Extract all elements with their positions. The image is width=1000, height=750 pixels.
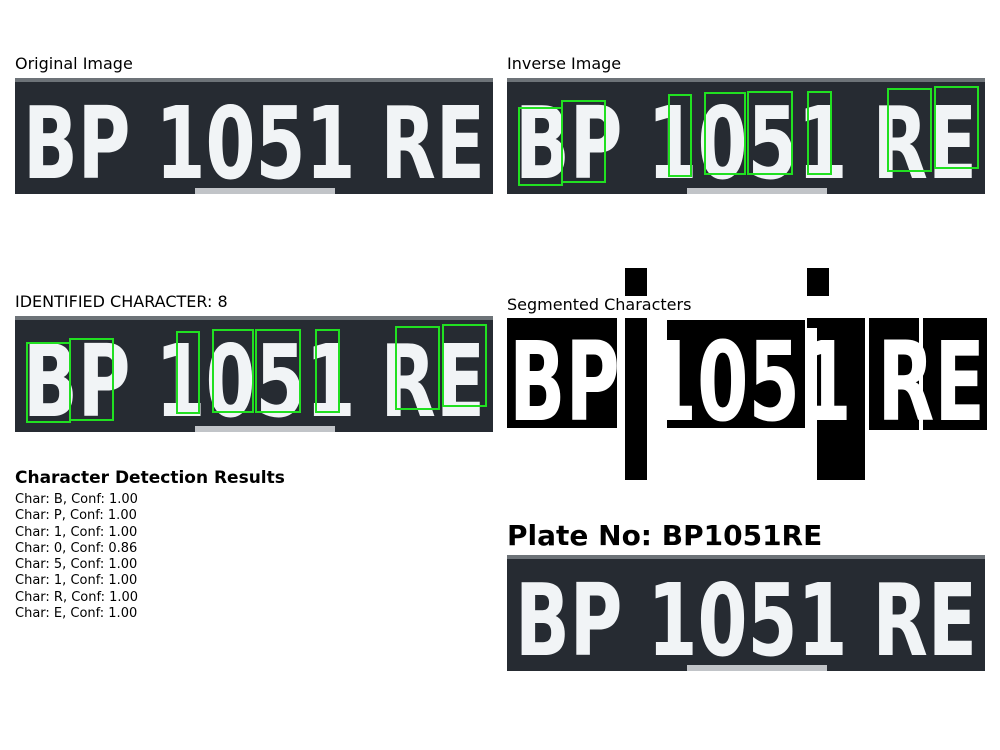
result-row: Char: B, Conf: 1.00	[15, 492, 138, 507]
plate-text: BP 1051 RE	[23, 85, 485, 194]
detection-results: Character Detection Results Char: B, Con…	[15, 468, 285, 622]
identified-plate-image: BP 1051 RE	[15, 316, 493, 432]
original-image-title: Original Image	[15, 54, 133, 73]
original-plate-image: BP 1051 RE	[15, 78, 493, 194]
plate-number: Plate No: BP1051RE	[507, 519, 823, 552]
result-row: Char: 5, Conf: 1.00	[15, 557, 138, 573]
result-row: Char: R, Conf: 1.00	[15, 589, 139, 605]
identified-character-title: IDENTIFIED CHARACTER: 8	[15, 292, 228, 311]
segmented-text: BP 1051 RE	[509, 318, 985, 446]
plate-text-final: BP 1051 RE	[515, 562, 977, 671]
segmented-characters-image: BP 1051 RE Segmented Characters	[507, 268, 987, 480]
final-plate-image: BP 1051 RE	[507, 555, 985, 671]
inverse-plate-image: BP 1051 RE	[507, 78, 985, 194]
result-row: Char: P, Conf: 1.00	[15, 508, 137, 524]
segmented-characters-title: Segmented Characters	[507, 295, 691, 314]
result-row: Char: 1, Conf: 1.00	[15, 573, 138, 589]
result-row: Char: 1, Conf: 1.00	[15, 524, 138, 540]
result-row: Char: 0, Conf: 0.86	[15, 540, 138, 556]
results-heading: Character Detection Results	[15, 468, 285, 488]
inverse-image-title: Inverse Image	[507, 54, 622, 73]
result-row: Char: E, Conf: 1.00	[15, 606, 138, 622]
